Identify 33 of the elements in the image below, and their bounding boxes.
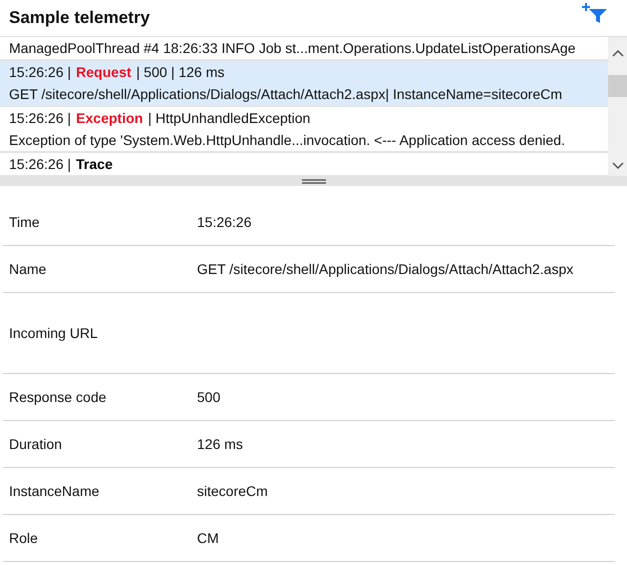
property-value: sitecoreCm	[197, 483, 268, 499]
panel-title: Sample telemetry	[9, 8, 150, 28]
telemetry-message: Exception of type 'System.Web.HttpUnhandle...invocation. <--- Application access denied.	[9, 131, 566, 150]
property-label: Role	[8, 530, 39, 546]
scrollbar[interactable]	[608, 37, 627, 176]
grip-icon	[302, 178, 326, 184]
telemetry-type: Trace	[76, 155, 113, 174]
telemetry-item[interactable]: 15:26:26 | Request | 500 | 126 ms GET /sitecore/shell/Applications/Dialogs/Attach/Attach2.aspx| InstanceName=sitecoreCm	[0, 61, 608, 107]
property-value: 126 ms	[197, 436, 243, 452]
scrollbar-thumb[interactable]	[608, 75, 627, 97]
property-value: 500	[197, 389, 220, 405]
scroll-up-icon[interactable]	[612, 49, 624, 57]
telemetry-type: Exception	[76, 109, 143, 128]
add-filter-icon[interactable]	[582, 2, 608, 24]
telemetry-summary: | HttpUnhandledException	[148, 109, 310, 128]
telemetry-time: 15:26:26 |	[9, 155, 72, 174]
property-label: Time	[8, 214, 41, 230]
scroll-down-icon[interactable]	[612, 162, 624, 170]
property-value: 15:26:26	[197, 214, 252, 230]
property-label: InstanceName	[8, 483, 100, 499]
telemetry-time: 15:26:26 |	[9, 109, 72, 128]
property-label: Name	[8, 261, 48, 277]
telemetry-summary: | 500 | 126 ms	[136, 63, 224, 82]
telemetry-message: GET /sitecore/shell/Applications/Dialogs/Attach/Attach2.aspx| InstanceName=sitecoreCm	[9, 85, 564, 104]
telemetry-item[interactable]: 15:26:26 | Exception | HttpUnhandledException Exception of type 'System.Web.HttpUnhandle...invocation. <--- Application access denied.	[0, 107, 608, 153]
property-label: Response code	[8, 389, 108, 405]
property-label: Duration	[8, 436, 63, 452]
property-label: Incoming URL	[8, 325, 99, 341]
property-value: GET /sitecore/shell/Applications/Dialogs/Attach/Attach2.aspx	[197, 261, 574, 277]
telemetry-time: 15:26:26 |	[9, 63, 72, 82]
property-value: CM	[197, 530, 219, 546]
telemetry-type: Request	[76, 63, 132, 82]
telemetry-message: ManagedPoolThread #4 18:26:33 INFO Job st...ment.Operations.UpdateListOperationsAge	[9, 39, 577, 58]
